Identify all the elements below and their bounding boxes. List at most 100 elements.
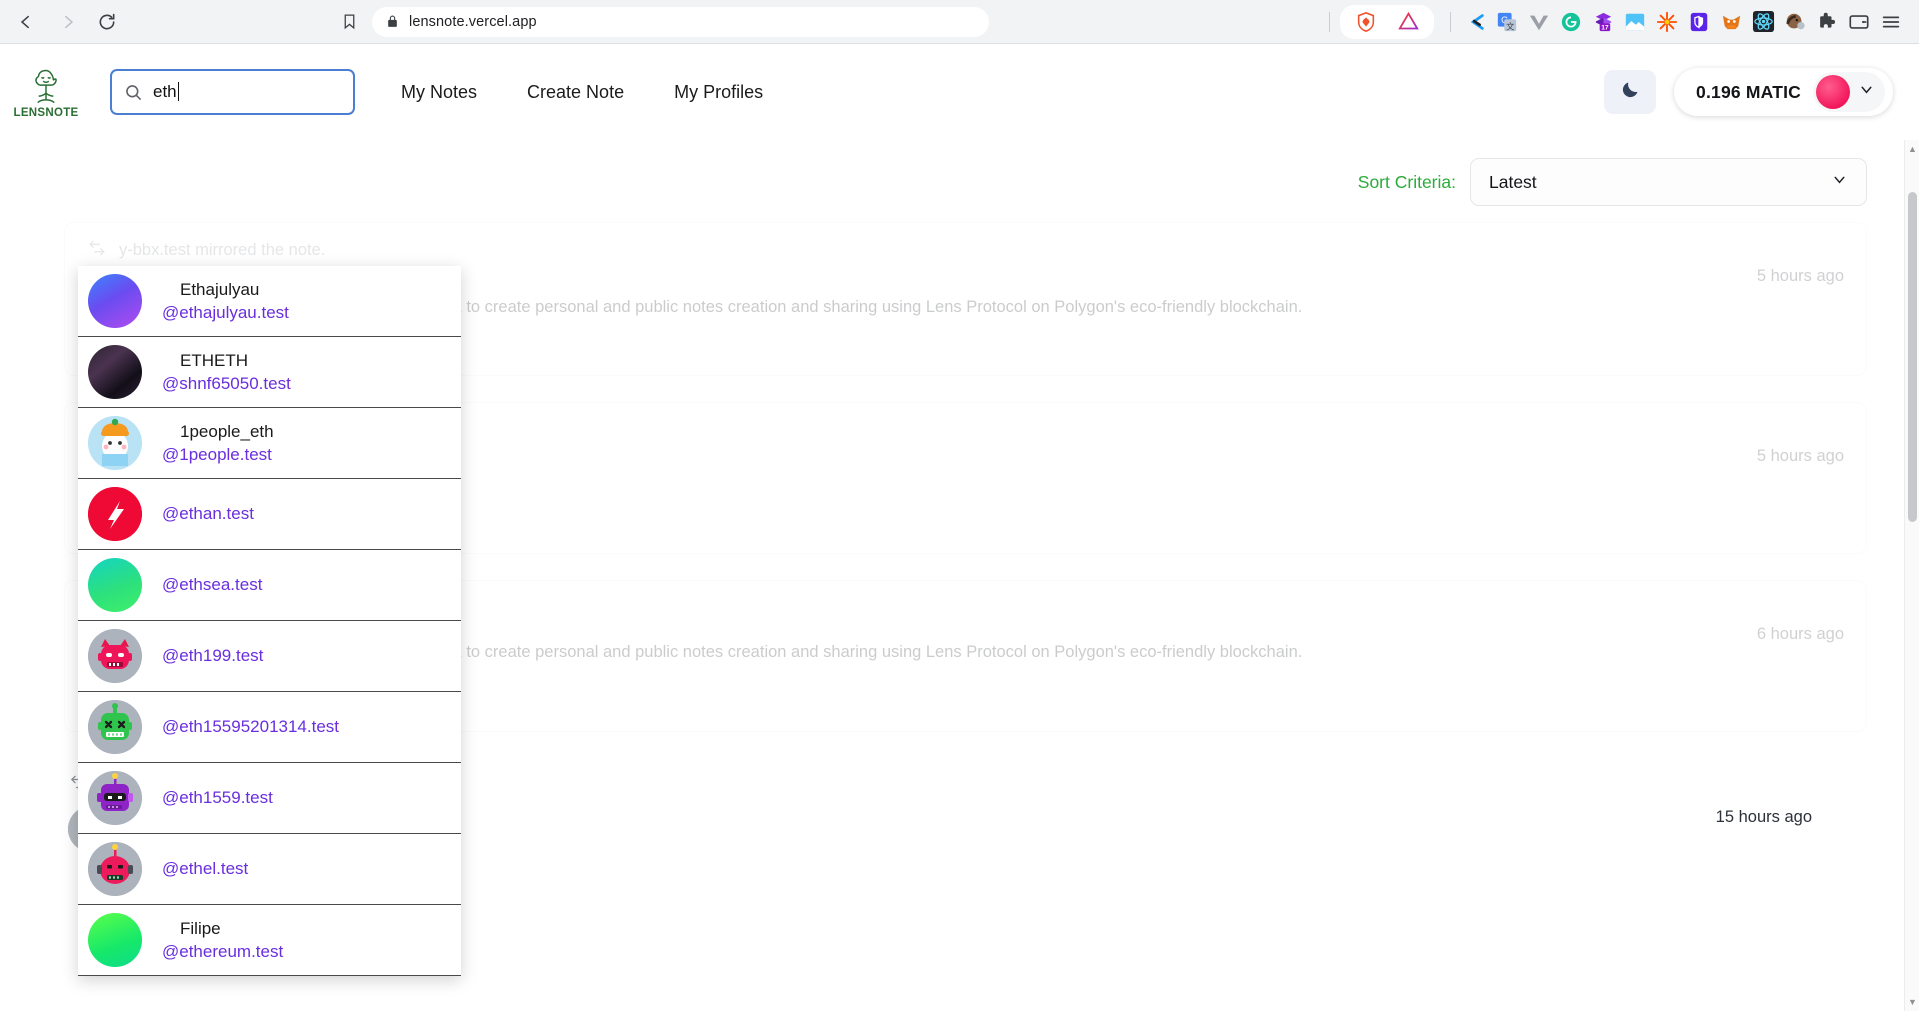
bitwarden-icon[interactable] (1685, 8, 1713, 36)
avatar (88, 416, 142, 470)
search-results-dropdown[interactable]: Ethajulyau @ethajulyau.test ETHETH @shnf… (78, 266, 461, 976)
avatar (88, 558, 142, 612)
note-timestamp: 6 hours ago (1756, 624, 1844, 643)
browser-nav-buttons (10, 5, 124, 39)
search-input[interactable]: eth (110, 69, 355, 115)
toolbar-divider (1329, 11, 1330, 32)
grammarly-icon[interactable] (1557, 8, 1585, 36)
google-translate-icon[interactable]: G文 (1493, 8, 1521, 36)
search-result-item[interactable]: @ethel.test (78, 834, 461, 905)
nav-my-notes[interactable]: My Notes (401, 82, 477, 103)
toolbar-divider-2 (1450, 11, 1451, 32)
avatar (88, 771, 142, 825)
header-right-group: 0.196 MATIC (1604, 68, 1893, 116)
wallet-button[interactable]: 0.196 MATIC (1674, 68, 1893, 116)
pocket-icon[interactable] (1621, 8, 1649, 36)
browser-extensions-bar: G文 17 (1323, 4, 1909, 39)
nav-create-note[interactable]: Create Note (527, 82, 624, 103)
search-result-item[interactable]: @eth199.test (78, 621, 461, 692)
scroll-down-arrow[interactable]: ▼ (1908, 997, 1917, 1007)
brave-shields-icon[interactable] (1352, 8, 1380, 36)
clickup-icon[interactable] (1461, 8, 1489, 36)
notion-clipper-icon[interactable]: 17 (1589, 8, 1617, 36)
moon-icon (1620, 79, 1641, 105)
result-handle: @shnf65050.test (162, 373, 291, 393)
result-name: Filipe (180, 918, 221, 938)
wallet-icon[interactable] (1845, 8, 1873, 36)
result-handle: @eth15595201314.test (162, 717, 340, 736)
spark-icon[interactable] (1653, 8, 1681, 36)
browser-toolbar: lensnote.vercel.app G文 17 (0, 0, 1919, 44)
scroll-up-arrow[interactable]: ▲ (1908, 144, 1917, 154)
mirror-icon (87, 239, 107, 262)
avatar (88, 487, 142, 541)
search-result-item[interactable]: 1people_eth @1people.test (78, 408, 461, 479)
avatar (88, 345, 142, 399)
avatar (88, 700, 142, 754)
url-bar[interactable]: lensnote.vercel.app (372, 6, 989, 37)
main-content: Sort Criteria: Latest y-bbx.test mirrore… (0, 140, 1919, 1011)
svg-text:文: 文 (1506, 21, 1514, 31)
search-result-item[interactable]: ETHETH @shnf65050.test (78, 337, 461, 408)
main-nav: My Notes Create Note My Profiles (401, 82, 763, 103)
mirror-note-text: y-bbx.test mirrored the note. (119, 241, 326, 259)
lock-icon (386, 14, 399, 29)
sort-criteria-select[interactable]: Latest (1470, 158, 1867, 206)
sort-criteria-label: Sort Criteria: (1357, 171, 1456, 192)
result-handle: @ethan.test (162, 504, 254, 523)
browser-menu-icon[interactable] (1877, 8, 1905, 36)
back-arrow-icon[interactable] (10, 5, 44, 39)
sort-criteria-value: Latest (1489, 171, 1537, 192)
avatar (88, 274, 142, 328)
search-result-item[interactable]: Filipe @ethereum.test (78, 905, 461, 976)
scrollbar-thumb[interactable] (1908, 192, 1917, 522)
vue-devtools-icon[interactable] (1525, 8, 1553, 36)
svg-text:17: 17 (1601, 25, 1609, 32)
avatar (88, 629, 142, 683)
result-handle: @1people.test (162, 444, 272, 464)
avatar (1816, 75, 1850, 109)
result-name: Ethajulyau (180, 279, 260, 299)
note-timestamp: 5 hours ago (1756, 446, 1844, 465)
bookmark-icon[interactable] (332, 5, 366, 39)
result-handle: @ethereum.test (162, 941, 284, 961)
puzzle-extensions-icon[interactable] (1813, 8, 1841, 36)
hedgehog-icon[interactable] (1781, 8, 1809, 36)
note-timestamp: 15 hours ago (1715, 807, 1812, 826)
wallet-balance: 0.196 MATIC (1696, 81, 1801, 102)
result-handle: @eth199.test (162, 646, 264, 665)
forward-arrow-icon[interactable] (50, 5, 84, 39)
result-handle: @ethsea.test (162, 575, 263, 594)
search-icon (124, 83, 143, 102)
avatar (88, 842, 142, 896)
react-devtools-icon[interactable] (1749, 8, 1777, 36)
result-name: ETHETH (180, 350, 248, 370)
search-result-item[interactable]: @eth1559.test (78, 763, 461, 834)
search-result-item[interactable]: @ethan.test (78, 479, 461, 550)
search-value: eth (153, 82, 177, 101)
nav-my-profiles[interactable]: My Profiles (674, 82, 763, 103)
metamask-icon[interactable] (1717, 8, 1745, 36)
profile-menu-button[interactable] (1813, 72, 1885, 112)
search-container: eth (110, 69, 355, 115)
page-scrollbar[interactable]: ▲ ▼ (1904, 140, 1919, 1011)
url-text: lensnote.vercel.app (409, 13, 537, 30)
brave-buttons-group (1340, 4, 1434, 39)
mirror-note-line: y-bbx.test mirrored the note. (87, 239, 1844, 262)
brave-rewards-icon[interactable] (1394, 8, 1422, 36)
result-handle: @ethel.test (162, 859, 249, 878)
chevron-down-icon (1831, 171, 1848, 193)
chevron-down-icon (1858, 81, 1875, 103)
result-handle: @eth1559.test (162, 788, 273, 807)
avatar (88, 913, 142, 967)
search-result-item[interactable]: @eth15595201314.test (78, 692, 461, 763)
theme-toggle-button[interactable] (1604, 70, 1657, 114)
result-name: 1people_eth (180, 421, 274, 441)
logo-text: LENSNOTE (13, 107, 79, 119)
sort-row: Sort Criteria: Latest (0, 140, 1919, 206)
result-handle: @ethajulyau.test (162, 302, 289, 322)
search-result-item[interactable]: @ethsea.test (78, 550, 461, 621)
lensnote-tree-logo[interactable]: LENSNOTE (14, 65, 78, 119)
search-result-item[interactable]: Ethajulyau @ethajulyau.test (78, 266, 461, 337)
reload-icon[interactable] (90, 5, 124, 39)
